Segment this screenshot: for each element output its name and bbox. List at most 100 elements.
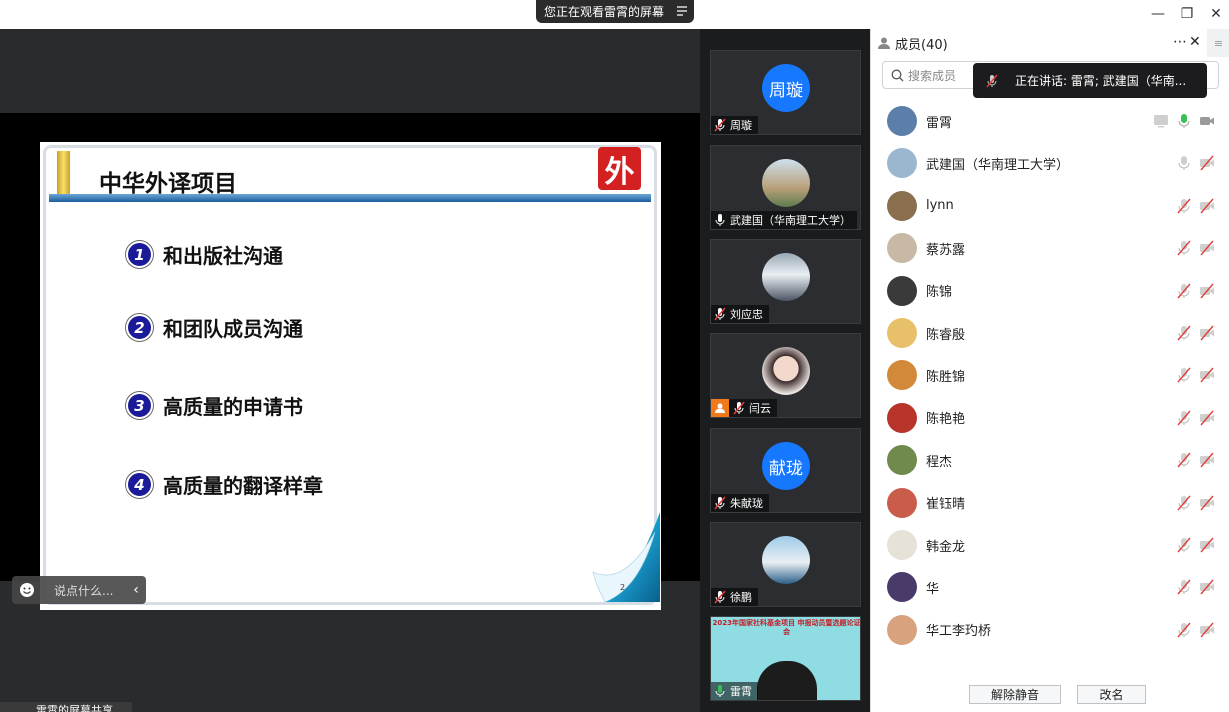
tile-name: 周璇	[730, 119, 752, 132]
member-row[interactable]: 程杰	[871, 439, 1229, 481]
avatar	[762, 347, 810, 395]
video-tile[interactable]: 徐鹏	[710, 522, 861, 607]
avatar	[887, 360, 917, 391]
camera-off-icon[interactable]	[1199, 452, 1215, 468]
avatar	[887, 487, 917, 518]
member-row[interactable]: 陈锦	[871, 270, 1229, 312]
member-row[interactable]: 陈艳艳	[871, 397, 1229, 439]
more-options-icon[interactable]: ⋯	[1173, 34, 1187, 50]
mic-on-icon[interactable]	[1176, 113, 1192, 129]
mic-muted-icon	[714, 496, 726, 510]
camera-off-icon[interactable]	[1199, 240, 1215, 256]
slide-title: 中华外译项目	[99, 171, 237, 197]
menu-icon[interactable]	[676, 4, 688, 18]
viewing-screen-banner[interactable]: 您正在观看雷霄的屏幕	[536, 0, 694, 23]
mic-muted-icon[interactable]	[1176, 622, 1192, 638]
mic-muted-icon	[986, 74, 998, 87]
restore-button[interactable]: ❐	[1178, 5, 1196, 23]
mic-muted-icon	[714, 307, 726, 321]
mic-muted-icon[interactable]	[1176, 452, 1192, 468]
camera-off-icon[interactable]	[1199, 198, 1215, 214]
mic-muted-icon[interactable]	[1176, 495, 1192, 511]
bullet-text: 和出版社沟通	[163, 244, 283, 268]
member-row[interactable]: 陈胜锦	[871, 354, 1229, 396]
video-tile-active[interactable]: 2023年国家社科基金项目 申报动员暨选题论证会 雷霄	[710, 616, 861, 701]
video-tile[interactable]: 献珑 朱献珑	[710, 428, 861, 513]
mic-muted-icon[interactable]	[1176, 410, 1192, 426]
member-name: 陈锦	[926, 285, 953, 301]
avatar	[887, 614, 917, 645]
member-row[interactable]: 蔡苏露	[871, 227, 1229, 269]
rename-button[interactable]: 改名	[1077, 685, 1146, 704]
camera-off-icon[interactable]	[1199, 283, 1215, 299]
tile-name: 闫云	[749, 402, 771, 415]
member-row[interactable]: lynn	[871, 185, 1229, 227]
member-row[interactable]: 陈睿殷	[871, 312, 1229, 354]
mic-muted-icon[interactable]	[1176, 240, 1192, 256]
slide-bullet: 3 高质量的申请书	[126, 391, 303, 420]
member-row[interactable]: 韩金龙	[871, 524, 1229, 566]
collapse-panel-icon[interactable]: ≡	[1207, 29, 1229, 57]
member-name: 蔡苏露	[926, 242, 966, 258]
viewing-banner-text: 您正在观看雷霄的屏幕	[544, 5, 665, 19]
mic-muted-icon[interactable]	[1176, 579, 1192, 595]
tile-label: 朱献珑	[711, 494, 769, 512]
avatar	[762, 536, 810, 584]
member-row[interactable]: 武建国（华南理工大学）	[871, 142, 1229, 184]
camera-off-icon[interactable]	[1199, 155, 1215, 171]
bullet-number: 3	[126, 392, 153, 419]
slide-bullet: 2 和团队成员沟通	[126, 313, 303, 342]
camera-off-icon[interactable]	[1199, 579, 1215, 595]
member-row[interactable]: 华工李玓桥	[871, 609, 1229, 651]
slide-frame	[43, 145, 657, 605]
unmute-all-button[interactable]: 解除静音	[969, 685, 1061, 704]
person-icon	[878, 37, 890, 49]
member-name: 陈艳艳	[926, 412, 966, 428]
camera-off-icon[interactable]	[1199, 537, 1215, 553]
screen-share-status: 雷霄的屏幕共享	[0, 702, 132, 712]
camera-off-icon[interactable]	[1199, 325, 1215, 341]
chat-input[interactable]: 说点什么... ‹	[12, 576, 146, 604]
avatar	[887, 402, 917, 433]
tile-label: 周璇	[711, 116, 758, 134]
camera-off-icon[interactable]	[1199, 495, 1215, 511]
video-tile[interactable]: 武建国（华南理工大学）	[710, 145, 861, 230]
search-placeholder: 搜索成员	[908, 68, 957, 83]
speaking-indicator: 正在讲话: 雷霄; 武建国（华南...	[973, 63, 1207, 98]
video-banner-text: 2023年国家社科基金项目 申报动员暨选题论证会	[712, 619, 861, 636]
mic-icon[interactable]	[1176, 155, 1192, 171]
members-panel: 成员(40) ⋯ ✕ ≡ 搜索成员 正在讲话: 雷霄; 武建国（华南... 雷霄…	[870, 29, 1229, 712]
mic-muted-icon[interactable]	[1176, 325, 1192, 341]
mic-muted-icon[interactable]	[1176, 537, 1192, 553]
close-window-button[interactable]: ✕	[1207, 5, 1225, 23]
camera-off-icon[interactable]	[1199, 622, 1215, 638]
screen-share-status-text: 雷霄的屏幕共享	[36, 704, 113, 712]
close-panel-icon[interactable]: ✕	[1189, 34, 1201, 50]
camera-off-icon[interactable]	[1199, 367, 1215, 383]
video-tile[interactable]: 闫云	[710, 333, 861, 418]
mic-muted-icon	[714, 118, 726, 132]
mic-active-icon	[715, 685, 725, 697]
video-tile[interactable]: 刘应忠	[710, 239, 861, 324]
mic-muted-icon[interactable]	[1176, 367, 1192, 383]
tile-label: 闫云	[711, 399, 777, 417]
camera-off-icon[interactable]	[1199, 410, 1215, 426]
member-row[interactable]: 华	[871, 566, 1229, 608]
camera-icon[interactable]	[1199, 113, 1215, 129]
tile-name: 雷霄	[730, 685, 752, 698]
members-count-title: 成员(40)	[895, 37, 948, 53]
mic-muted-icon[interactable]	[1176, 283, 1192, 299]
mic-muted-icon[interactable]	[1176, 198, 1192, 214]
video-tile[interactable]: 周璇 周璇	[710, 50, 861, 135]
tile-label: 雷霄	[711, 682, 758, 700]
avatar	[762, 159, 810, 207]
member-name: 陈睿殷	[926, 327, 966, 343]
emoji-icon[interactable]	[12, 576, 42, 604]
minimize-button[interactable]: —	[1149, 5, 1167, 23]
chevron-left-icon[interactable]: ‹	[126, 582, 146, 598]
member-row[interactable]: 崔钰晴	[871, 482, 1229, 524]
search-icon	[891, 69, 904, 81]
member-name: 华	[926, 581, 940, 597]
avatar	[887, 445, 917, 476]
member-row[interactable]: 雷霄	[871, 100, 1229, 142]
